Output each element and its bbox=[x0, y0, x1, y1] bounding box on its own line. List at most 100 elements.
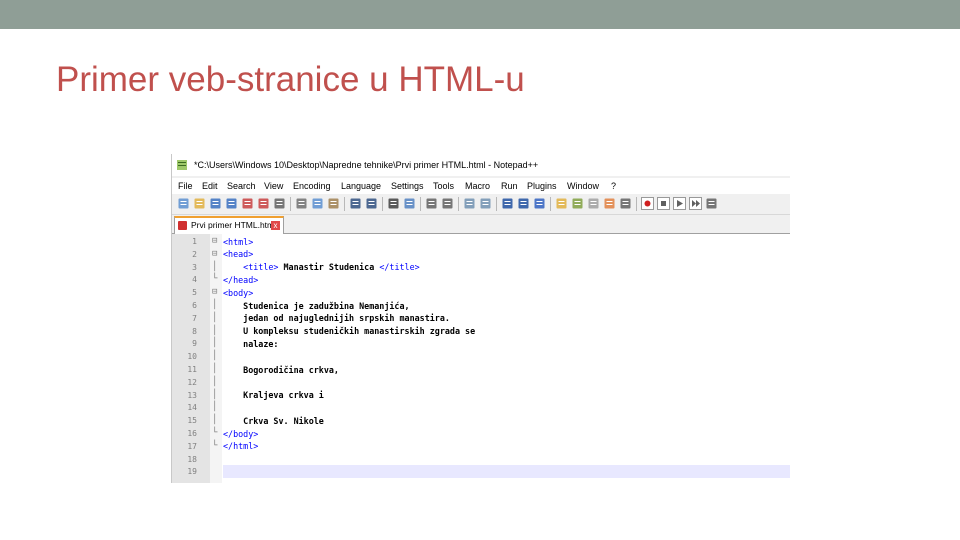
toolbar-separator bbox=[496, 197, 497, 211]
zoom-in-icon[interactable] bbox=[425, 197, 438, 210]
fold-line-icon: │ bbox=[212, 389, 218, 400]
code-line[interactable]: jedan od najuglednijih srpskih manastira… bbox=[223, 313, 450, 323]
fold-line-icon: │ bbox=[212, 261, 218, 272]
play-multiple-icon[interactable] bbox=[689, 197, 702, 210]
menu-tools[interactable]: Tools bbox=[433, 181, 454, 191]
line-number: 15 bbox=[187, 416, 197, 426]
code-line[interactable]: Crkva Sv. Nikole bbox=[223, 416, 324, 426]
fold-toggle-icon[interactable]: ⊟ bbox=[212, 287, 217, 297]
html-tag: </html> bbox=[223, 441, 259, 452]
record-macro-icon[interactable] bbox=[641, 197, 654, 210]
menu-search[interactable]: Search bbox=[227, 181, 256, 191]
monitoring-icon[interactable] bbox=[619, 197, 632, 210]
close-all-icon[interactable] bbox=[257, 197, 270, 210]
show-all-characters-icon[interactable] bbox=[517, 197, 530, 210]
code-line[interactable]: <html> bbox=[223, 237, 253, 247]
notepad-plus-plus-icon bbox=[177, 160, 187, 170]
html-tag: </title> bbox=[379, 262, 420, 273]
line-number: 16 bbox=[187, 429, 197, 438]
zoom-out-icon[interactable] bbox=[441, 197, 454, 210]
fold-toggle-icon[interactable]: ⊟ bbox=[212, 249, 217, 259]
fold-line-icon: │ bbox=[212, 300, 218, 310]
sync-vertical-icon[interactable] bbox=[463, 197, 476, 210]
toolbar-separator bbox=[290, 197, 291, 211]
menu-edit[interactable]: Edit bbox=[202, 181, 218, 191]
menu-plugins[interactable]: Plugins bbox=[527, 181, 557, 191]
fold-line-icon: └ bbox=[212, 274, 218, 285]
menu-language[interactable]: Language bbox=[341, 181, 381, 191]
line-number: 10 bbox=[187, 352, 197, 362]
code-line[interactable]: Kraljeva crkva i bbox=[223, 390, 324, 400]
fold-line-icon: │ bbox=[212, 312, 218, 323]
code-line[interactable]: <head> bbox=[223, 249, 253, 259]
text-content: Studenica je zadužbina Nemanjića, bbox=[243, 300, 410, 311]
html-tag: <body> bbox=[223, 287, 254, 298]
save-macro-icon[interactable] bbox=[705, 197, 718, 210]
line-number: 8 bbox=[192, 326, 197, 336]
udl-icon[interactable] bbox=[555, 197, 568, 210]
cut-icon[interactable] bbox=[295, 197, 308, 210]
paste-icon[interactable] bbox=[327, 197, 340, 210]
code-line[interactable]: </body> bbox=[223, 429, 258, 439]
stop-macro-icon[interactable] bbox=[657, 197, 670, 210]
menu-window[interactable]: Window bbox=[567, 181, 599, 191]
function-list-icon[interactable] bbox=[571, 197, 584, 210]
code-line[interactable]: </html> bbox=[223, 441, 258, 451]
find-icon[interactable] bbox=[387, 197, 400, 210]
print-icon[interactable] bbox=[273, 197, 286, 210]
replace-icon[interactable] bbox=[403, 197, 416, 210]
code-line[interactable]: <body> bbox=[223, 288, 253, 298]
code-line[interactable]: </head> bbox=[223, 275, 258, 285]
menu-settings[interactable]: Settings bbox=[391, 181, 424, 191]
folder-workspace-icon[interactable] bbox=[603, 197, 616, 210]
code-line[interactable]: <title> Manastir Studenica </title> bbox=[223, 262, 420, 273]
line-number: 11 bbox=[187, 365, 197, 374]
menu-macro[interactable]: Macro bbox=[465, 181, 490, 191]
html-tag: <head> bbox=[223, 249, 254, 260]
text-content: Manastir Studenica bbox=[278, 262, 380, 273]
undo-icon[interactable] bbox=[349, 197, 362, 210]
toolbar bbox=[172, 194, 790, 215]
tab-prvi-primer[interactable]: Prvi primer HTML.html x bbox=[174, 216, 284, 235]
close-icon[interactable] bbox=[241, 197, 254, 210]
sync-horizontal-icon[interactable] bbox=[479, 197, 492, 210]
code-line[interactable]: U kompleksu studeničkih manastirskih zgr… bbox=[223, 326, 475, 336]
code-line[interactable]: Studenica je zadužbina Nemanjića, bbox=[223, 300, 410, 311]
tab-label: Prvi primer HTML.html bbox=[191, 220, 277, 230]
slide-title: Primer veb-stranice u HTML-u bbox=[56, 60, 525, 99]
line-number: 4 bbox=[192, 275, 197, 285]
line-number: 12 bbox=[187, 377, 197, 387]
save-icon[interactable] bbox=[209, 197, 222, 210]
save-all-icon[interactable] bbox=[225, 197, 238, 210]
fold-line-icon: │ bbox=[212, 415, 218, 426]
toolbar-separator bbox=[420, 197, 421, 211]
html-tag: <html> bbox=[223, 236, 254, 247]
new-file-icon[interactable] bbox=[177, 197, 190, 210]
fold-toggle-icon[interactable]: ⊟ bbox=[212, 236, 217, 246]
code-line[interactable]: Bogorodičina crkva, bbox=[223, 365, 339, 375]
word-wrap-icon[interactable] bbox=[501, 197, 514, 210]
menu-encoding[interactable]: Encoding bbox=[293, 181, 331, 191]
window-title: *C:\Users\Windows 10\Desktop\Napredne te… bbox=[194, 160, 539, 170]
line-number: 2 bbox=[192, 249, 197, 259]
line-number: 7 bbox=[192, 313, 197, 323]
indent-guide-icon[interactable] bbox=[533, 197, 546, 210]
tab-close-button[interactable]: x bbox=[271, 221, 280, 230]
line-number: 3 bbox=[192, 262, 197, 272]
document-map-icon[interactable] bbox=[587, 197, 600, 210]
menu-run[interactable]: Run bbox=[501, 181, 518, 191]
menu-file[interactable]: File bbox=[178, 181, 193, 191]
menu-view[interactable]: View bbox=[264, 181, 283, 191]
menu-help[interactable]: ? bbox=[611, 181, 616, 191]
code-line[interactable]: nalaze: bbox=[223, 339, 278, 349]
text-content: Bogorodičina crkva, bbox=[243, 364, 339, 375]
redo-icon[interactable] bbox=[365, 197, 378, 210]
play-macro-icon[interactable] bbox=[673, 197, 686, 210]
code-editor[interactable]: 1 ⊟ <html> 2 ⊟ <head> 3 │ <title> Manastir Stud… bbox=[172, 234, 790, 483]
copy-icon[interactable] bbox=[311, 197, 324, 210]
open-file-icon[interactable] bbox=[193, 197, 206, 210]
